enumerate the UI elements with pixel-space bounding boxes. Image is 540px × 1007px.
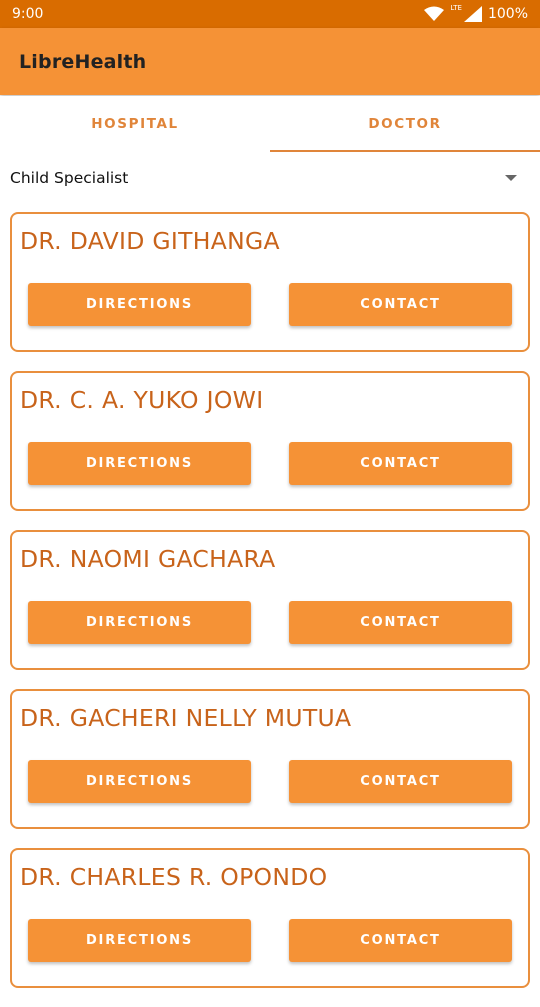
- directions-button[interactable]: DIRECTIONS: [28, 442, 251, 485]
- contact-button[interactable]: CONTACT: [289, 760, 512, 803]
- status-icons: LTE 100%: [424, 4, 528, 22]
- doctor-list: DR. DAVID GITHANGA DIRECTIONS CONTACT DR…: [10, 212, 530, 1007]
- contact-button[interactable]: CONTACT: [289, 919, 512, 962]
- network-type-label: LTE: [450, 4, 462, 12]
- tab-hospital-label: HOSPITAL: [91, 116, 179, 132]
- directions-button[interactable]: DIRECTIONS: [28, 283, 251, 326]
- directions-button[interactable]: DIRECTIONS: [28, 601, 251, 644]
- battery-level: 100%: [487, 6, 528, 22]
- tab-hospital[interactable]: HOSPITAL: [0, 96, 270, 152]
- app-bar: LibreHealth: [0, 28, 540, 95]
- directions-button[interactable]: DIRECTIONS: [28, 919, 251, 962]
- doctor-card: DR. CHARLES R. OPONDO DIRECTIONS CONTACT: [10, 848, 530, 988]
- doctor-card: DR. C. A. YUKO JOWI DIRECTIONS CONTACT: [10, 371, 530, 511]
- directions-button[interactable]: DIRECTIONS: [28, 760, 251, 803]
- doctor-card: DR. DAVID GITHANGA DIRECTIONS CONTACT: [10, 212, 530, 352]
- doctor-card: DR. GACHERI NELLY MUTUA DIRECTIONS CONTA…: [10, 689, 530, 829]
- specialty-selected-value: Child Specialist: [10, 169, 129, 187]
- specialty-dropdown[interactable]: Child Specialist: [0, 160, 540, 196]
- tab-bar: HOSPITAL DOCTOR: [0, 96, 540, 152]
- contact-button[interactable]: CONTACT: [289, 442, 512, 485]
- tab-doctor-label: DOCTOR: [368, 116, 442, 132]
- doctor-name: DR. GACHERI NELLY MUTUA: [20, 704, 352, 732]
- contact-button[interactable]: CONTACT: [289, 283, 512, 326]
- status-time: 9:00: [12, 6, 44, 22]
- doctor-name: DR. DAVID GITHANGA: [20, 227, 280, 255]
- doctor-name: DR. NAOMI GACHARA: [20, 545, 276, 573]
- contact-button[interactable]: CONTACT: [289, 601, 512, 644]
- doctor-name: DR. CHARLES R. OPONDO: [20, 863, 328, 891]
- tab-doctor[interactable]: DOCTOR: [270, 96, 540, 152]
- signal-icon: [463, 6, 482, 22]
- doctor-name: DR. C. A. YUKO JOWI: [20, 386, 264, 414]
- dropdown-arrow-icon: [505, 175, 517, 181]
- status-bar: 9:00 LTE 100%: [0, 0, 540, 28]
- app-title: LibreHealth: [19, 50, 147, 73]
- doctor-card: DR. NAOMI GACHARA DIRECTIONS CONTACT: [10, 530, 530, 670]
- wifi-icon: [424, 6, 445, 21]
